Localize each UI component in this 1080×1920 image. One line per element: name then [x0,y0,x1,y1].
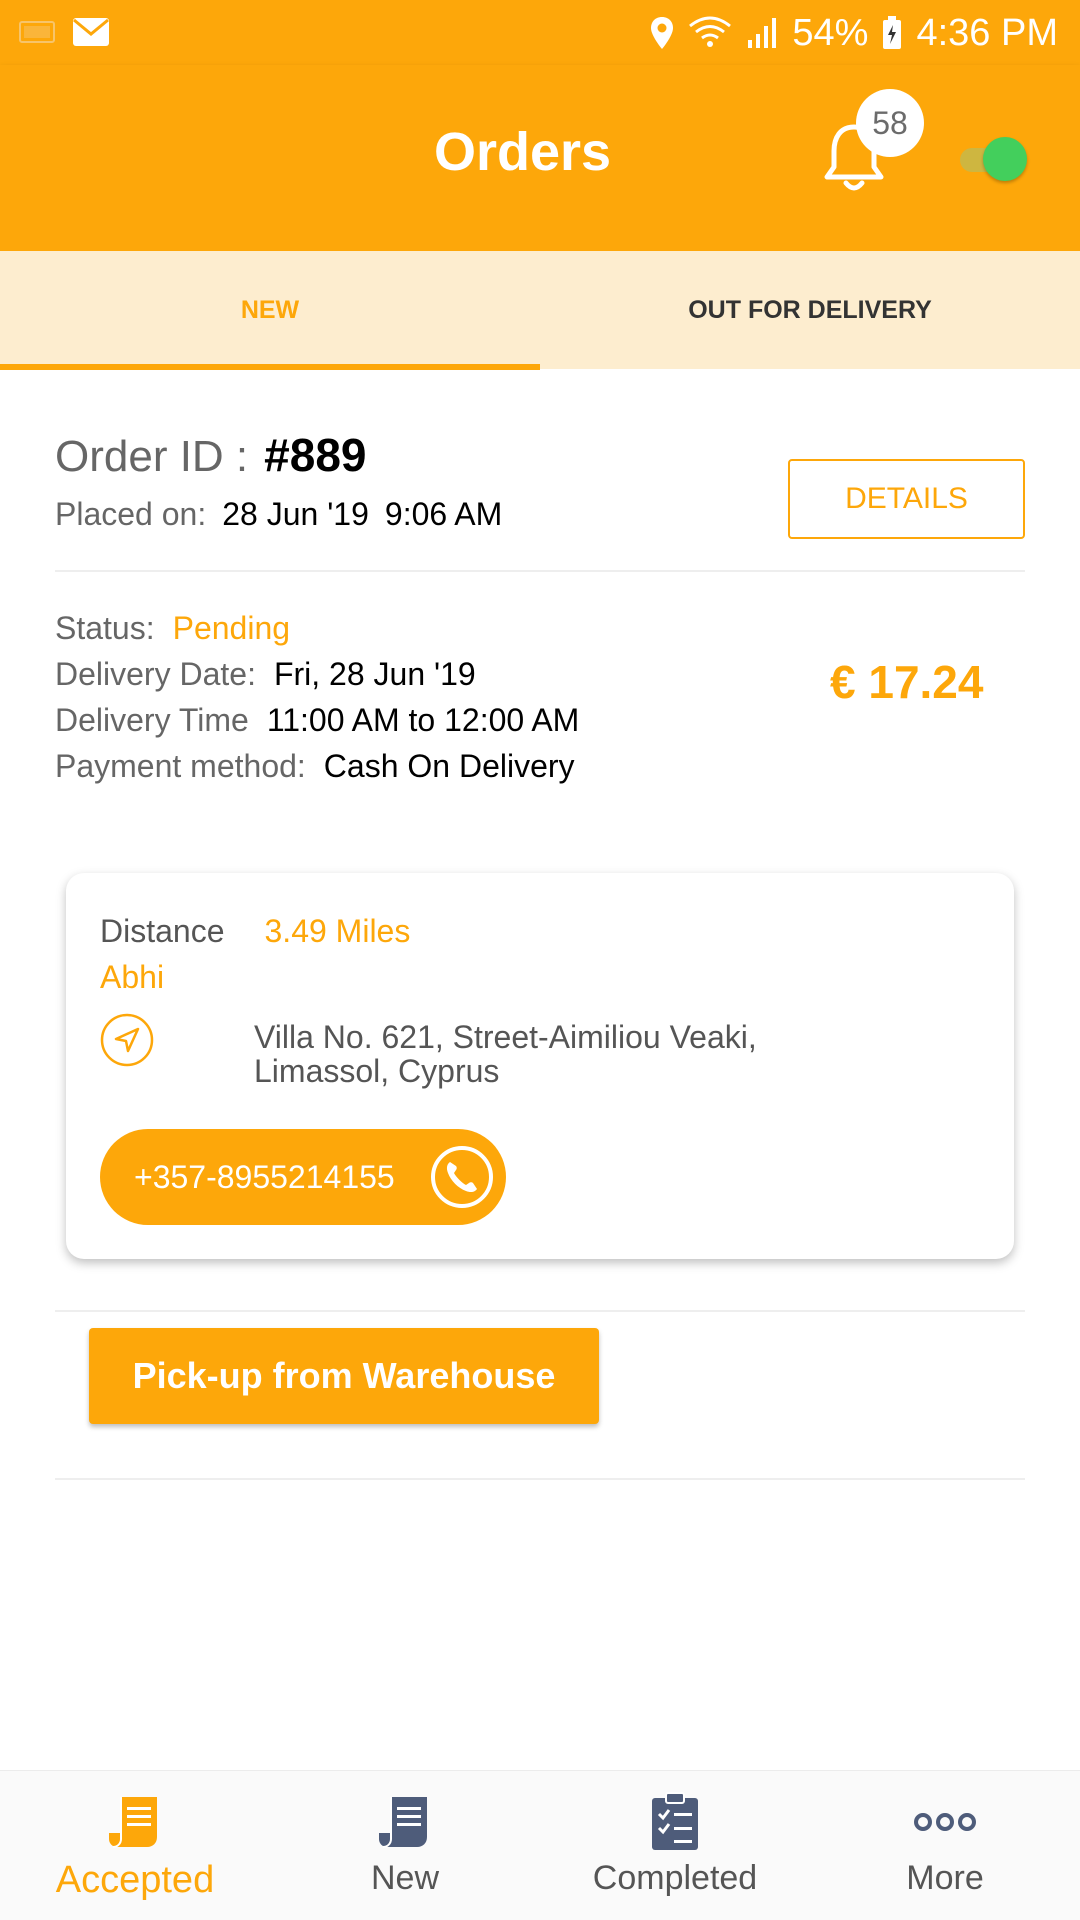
placed-on-label: Placed on: [55,496,207,532]
payment-method-value: Cash On Delivery [323,748,575,784]
order-id-label: Order ID : [55,432,249,481]
delivery-time-row: Delivery Time 11:00 AM to 12:00 AM [55,702,579,739]
delivery-time-label: Delivery Time [55,702,249,738]
order-tabs: NEW OUT FOR DELIVERY [0,251,1080,369]
pickup-from-warehouse-button[interactable]: Pick-up from Warehouse [89,1328,599,1424]
order-id-value: #889 [264,429,367,481]
tab-indicator [0,364,540,370]
mail-icon [72,16,110,48]
customer-address: Villa No. 621, Street-Aimiliou Veaki, Li… [254,1019,757,1089]
clipboard-check-icon [650,1791,700,1853]
customer-card: Distance 3.49 Miles Abhi Villa No. 621, … [66,873,1014,1259]
distance-row: Distance 3.49 Miles [100,913,410,950]
call-customer-button[interactable]: +357-8955214155 [100,1129,506,1225]
battery-percent: 54% [792,11,869,54]
location-icon [650,16,674,50]
signal-icon [746,16,778,50]
payment-method-row: Payment method: Cash On Delivery [55,748,575,785]
nav-accepted[interactable]: Accepted [0,1771,270,1920]
tab-new[interactable]: NEW [0,251,540,369]
bottom-navigation: Accepted New Completed More [0,1770,1080,1920]
divider [55,1310,1025,1312]
app-notification-icon [18,14,58,50]
nav-label: Accepted [55,1859,215,1901]
distance-label: Distance [100,913,225,949]
delivery-date-row: Delivery Date: Fri, 28 Jun '19 [55,656,476,693]
wifi-icon [688,16,732,50]
divider [55,1478,1025,1480]
delivery-date-label: Delivery Date: [55,656,256,692]
app-bar: Orders 58 [0,65,1080,251]
status-value: Pending [172,610,291,646]
divider [55,570,1025,572]
navigation-icon[interactable] [100,1013,154,1072]
order-total: € 17.24 [830,656,984,708]
distance-value: 3.49 Miles [264,913,411,949]
nav-label: Completed [592,1859,758,1897]
notification-badge[interactable]: 58 [856,89,924,157]
order-id-row: Order ID : #889 [55,428,367,482]
payment-method-label: Payment method: [55,748,306,784]
delivery-date-value: Fri, 28 Jun '19 [273,656,476,692]
status-row: Status: Pending [55,610,290,647]
nav-new[interactable]: New [270,1771,540,1920]
placed-on-row: Placed on: 28 Jun '19 9:06 AM [55,496,502,533]
clock: 4:36 PM [916,11,1058,54]
nav-label: New [370,1859,440,1897]
nav-more[interactable]: More [810,1771,1080,1920]
nav-label: More [906,1859,984,1897]
tab-out-for-delivery[interactable]: OUT FOR DELIVERY [540,251,1080,369]
battery-icon [882,16,902,50]
nav-completed[interactable]: Completed [540,1771,810,1920]
placed-on-date: 28 Jun '19 [222,496,369,532]
details-button[interactable]: DETAILS [788,459,1025,539]
phone-icon [430,1145,494,1217]
placed-on-time: 9:06 AM [384,496,503,532]
receipt-icon [107,1791,163,1853]
toggle-thumb [983,137,1027,181]
delivery-time-value: 11:00 AM to 12:00 AM [266,702,580,738]
customer-name: Abhi [100,959,165,995]
more-dots-icon [913,1791,977,1853]
online-toggle[interactable] [960,137,1027,181]
status-bar: 54% 4:36 PM [0,0,1080,65]
phone-number: +357-8955214155 [134,1158,395,1195]
receipt-icon [377,1791,433,1853]
status-label: Status: [55,610,155,646]
